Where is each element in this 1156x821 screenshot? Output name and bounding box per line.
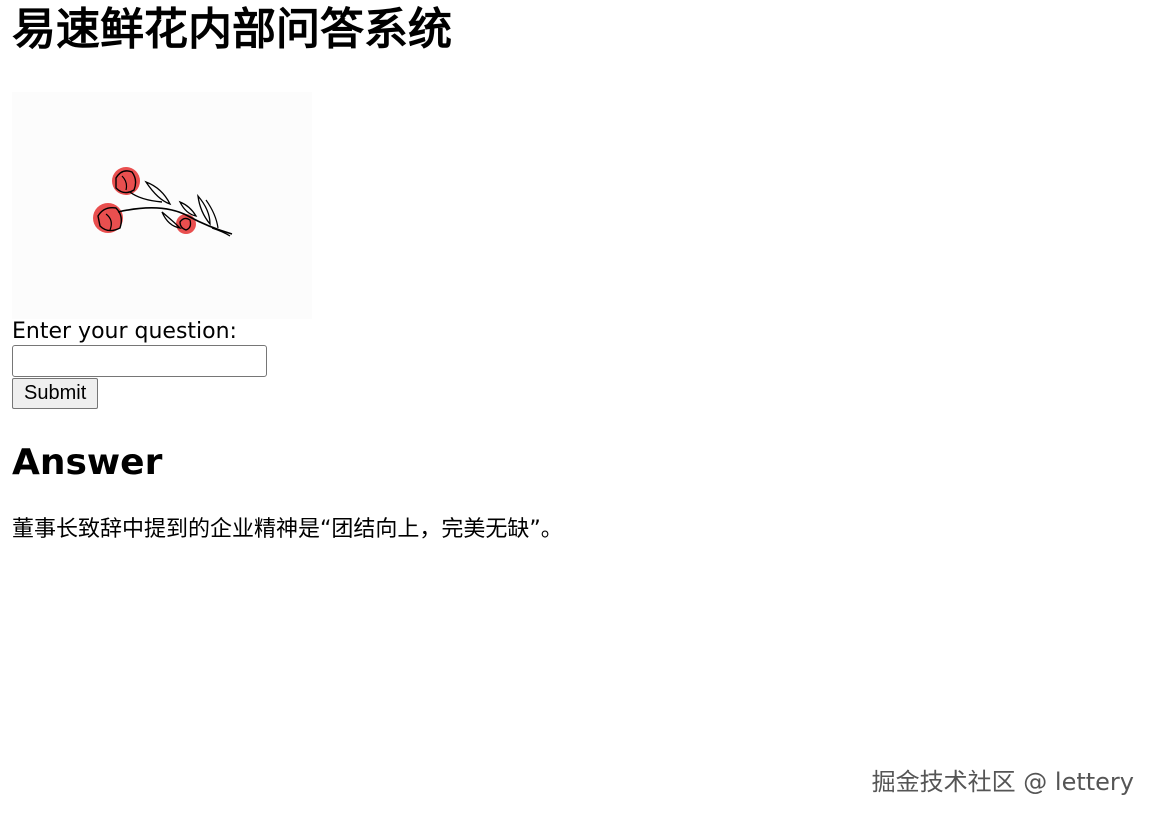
submit-button[interactable]: Submit bbox=[12, 378, 99, 409]
question-input[interactable] bbox=[12, 345, 267, 377]
answer-text: 董事长致辞中提到的企业精神是“团结向上，完美无缺”。 bbox=[12, 517, 563, 542]
flower-branch-icon bbox=[93, 167, 233, 237]
answer-heading: Answer bbox=[12, 442, 163, 483]
watermark: 掘金技术社区 @ lettery bbox=[871, 768, 1134, 796]
flower-logo-image bbox=[12, 92, 312, 319]
page: 易速鲜花内部问答系统 Enter your question: Submit A… bbox=[12, 0, 1132, 545]
page-title: 易速鲜花内部问答系统 bbox=[12, 4, 452, 55]
question-label: Enter your question: bbox=[12, 319, 237, 344]
